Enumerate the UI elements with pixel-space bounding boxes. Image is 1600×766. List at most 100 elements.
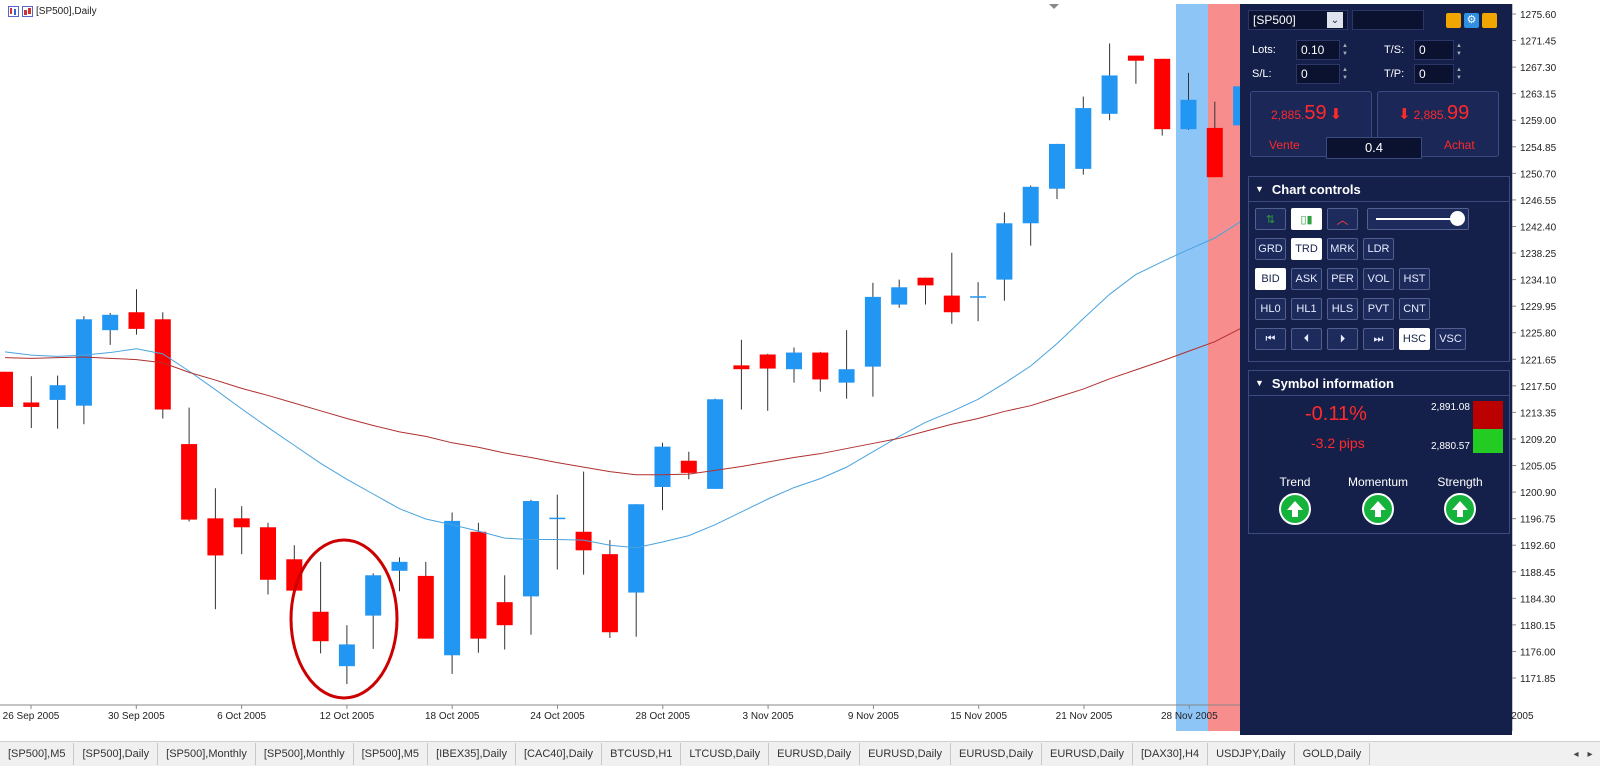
change-percent: -0.11% bbox=[1305, 403, 1367, 425]
chart-tab[interactable]: BTCUSD,H1 bbox=[602, 743, 682, 765]
ts-stepper[interactable]: ▲ ▼ bbox=[1456, 42, 1462, 58]
lots-input[interactable]: 0.10 bbox=[1296, 40, 1340, 60]
bull-candle bbox=[654, 446, 671, 487]
vsc-button[interactable]: VSC bbox=[1435, 328, 1466, 350]
tp-stepper[interactable]: ▲ ▼ bbox=[1456, 66, 1462, 82]
price-tick-label: 1238.25 bbox=[1520, 249, 1557, 260]
skip-forward-icon: ⏭ bbox=[1373, 332, 1384, 345]
bear-candle bbox=[23, 402, 40, 407]
chart-tab[interactable]: [SP500],Monthly bbox=[158, 743, 256, 765]
bar-chart-icon: ⇅ bbox=[1265, 213, 1276, 226]
chart-shift-marker bbox=[1049, 4, 1059, 9]
chart-controls-header[interactable]: ▼ Chart controls bbox=[1249, 177, 1509, 202]
bull-candle bbox=[49, 385, 66, 400]
chart-tab[interactable]: GOLD,Daily bbox=[1295, 743, 1371, 765]
first-button[interactable]: ⏮ bbox=[1255, 328, 1286, 350]
symbol-select[interactable]: [SP500] ⌄ bbox=[1248, 10, 1348, 30]
toggle-bid-button[interactable]: BID bbox=[1255, 268, 1286, 290]
bear-candle bbox=[417, 575, 434, 639]
toggle-hl1-button[interactable]: HL1 bbox=[1291, 298, 1322, 320]
toggle-hls-button[interactable]: HLS bbox=[1327, 298, 1358, 320]
bear-candle bbox=[181, 444, 198, 520]
bull-candle bbox=[391, 561, 408, 571]
chart-tab[interactable]: USDJPY,Daily bbox=[1208, 743, 1295, 765]
step-forward-icon: ⏵ bbox=[1339, 332, 1346, 345]
toggle-mrk-button[interactable]: MRK bbox=[1327, 238, 1358, 260]
price-tick-label: 1192.60 bbox=[1520, 541, 1556, 552]
chart-tab[interactable]: [SP500],Monthly bbox=[256, 743, 354, 765]
chart-tab[interactable]: EURUSD,Daily bbox=[860, 743, 952, 765]
sl-stepper[interactable]: ▲ ▼ bbox=[1342, 66, 1348, 82]
toggle-label: GRD bbox=[1258, 243, 1283, 255]
trend-label: Trend bbox=[1279, 475, 1311, 489]
next-button[interactable]: ⏵ bbox=[1327, 328, 1358, 350]
symbol-value: [SP500] bbox=[1253, 13, 1296, 27]
bar-chart-button[interactable]: ⇅ bbox=[1255, 208, 1286, 230]
chart-controls-section: ▼ Chart controls ⇅ ▯▮ ︿ GRD TRD MRK LDR BID… bbox=[1248, 176, 1510, 362]
toggle-label: HLS bbox=[1331, 303, 1354, 315]
sell-price-pips: 59 bbox=[1304, 102, 1327, 124]
symbol-info-section: ▼ Symbol information -0.11% -3.2 pips 2,… bbox=[1248, 370, 1510, 534]
chart-tab[interactable]: LTCUSD,Daily bbox=[681, 743, 770, 765]
bull-candle bbox=[523, 501, 539, 597]
zoom-slider[interactable] bbox=[1367, 208, 1469, 230]
chart-tab[interactable]: EURUSD,Daily bbox=[1042, 743, 1133, 765]
lots-stepper[interactable]: ▲ ▼ bbox=[1342, 42, 1348, 58]
toggle-ldr-button[interactable]: LDR bbox=[1363, 238, 1394, 260]
low-price: 2,880.57 bbox=[1431, 441, 1470, 452]
line-chart-button[interactable]: ︿ bbox=[1327, 208, 1358, 230]
bear-candle bbox=[207, 518, 224, 556]
toggle-label: LDR bbox=[1367, 243, 1390, 255]
date-tick-label: 15 Nov 2005 bbox=[950, 711, 1007, 722]
toggle-trd-button[interactable]: TRD bbox=[1291, 238, 1322, 260]
sl-input[interactable]: 0 bbox=[1296, 64, 1340, 84]
prev-button[interactable]: ⏴ bbox=[1291, 328, 1322, 350]
toggle-hst-button[interactable]: HST bbox=[1399, 268, 1430, 290]
chart-tab[interactable]: [IBEX35],Daily bbox=[428, 743, 516, 765]
bear-candle bbox=[733, 365, 750, 370]
sell-label: Vente bbox=[1269, 138, 1300, 152]
toggle-label: HST bbox=[1403, 273, 1426, 285]
date-tick-label: 28 Oct 2005 bbox=[636, 711, 691, 722]
date-tick-label: 9 Nov 2005 bbox=[848, 711, 900, 722]
account-field[interactable] bbox=[1352, 10, 1424, 30]
price-tick-label: 1213.35 bbox=[1520, 408, 1557, 419]
copy-icon[interactable] bbox=[1446, 12, 1461, 28]
window-icon bbox=[8, 6, 19, 17]
last-button[interactable]: ⏭ bbox=[1363, 328, 1394, 350]
price-tick-label: 1254.85 bbox=[1520, 143, 1557, 154]
gear-icon[interactable]: ⚙ bbox=[1464, 12, 1479, 28]
toggle-pvt-button[interactable]: PVT bbox=[1363, 298, 1394, 320]
ts-input[interactable]: 0 bbox=[1413, 40, 1454, 60]
hsc-button[interactable]: HSC bbox=[1399, 328, 1430, 350]
toggle-vol-button[interactable]: VOL bbox=[1363, 268, 1394, 290]
candle-chart-button[interactable]: ▯▮ bbox=[1291, 208, 1322, 230]
price-tick-label: 1267.30 bbox=[1520, 63, 1557, 74]
price-tick-label: 1205.05 bbox=[1520, 462, 1557, 473]
toggle-ask-button[interactable]: ASK bbox=[1291, 268, 1322, 290]
tp-input[interactable]: 0 bbox=[1413, 64, 1454, 84]
slider-thumb[interactable] bbox=[1450, 211, 1465, 226]
sell-price-prefix: 2,885. bbox=[1271, 108, 1305, 122]
tab-scroll-left-icon[interactable]: ◂ bbox=[1570, 749, 1582, 760]
chart-tab[interactable]: [CAC40],Daily bbox=[516, 743, 603, 765]
symbol-info-header[interactable]: ▼ Symbol information bbox=[1249, 371, 1509, 396]
chart-tab[interactable]: [SP500],Daily bbox=[74, 743, 159, 765]
price-tick-label: 1263.15 bbox=[1520, 90, 1557, 101]
toggle-per-button[interactable]: PER bbox=[1327, 268, 1358, 290]
chart-tab[interactable]: EURUSD,Daily bbox=[951, 743, 1043, 765]
skip-back-icon: ⏮ bbox=[1265, 332, 1276, 345]
layout-icon[interactable] bbox=[1482, 12, 1497, 28]
chart-tab[interactable]: EURUSD,Daily bbox=[769, 743, 861, 765]
price-tick-label: 1225.80 bbox=[1520, 329, 1557, 340]
toggle-grd-button[interactable]: GRD bbox=[1255, 238, 1286, 260]
chart-tab[interactable]: [DAX30],H4 bbox=[1133, 743, 1209, 765]
tab-scroll-right-icon[interactable]: ▸ bbox=[1584, 749, 1596, 760]
toggle-cnt-button[interactable]: CNT bbox=[1399, 298, 1430, 320]
chart-tab[interactable]: [SP500],M5 bbox=[354, 743, 429, 765]
chart-tab[interactable]: [SP500],M5 bbox=[0, 743, 75, 765]
price-tick-label: 1259.00 bbox=[1520, 116, 1557, 127]
lots-value: 0.10 bbox=[1301, 43, 1325, 57]
toggle-hl0-button[interactable]: HL0 bbox=[1255, 298, 1286, 320]
toggle-label: HL0 bbox=[1260, 303, 1281, 315]
